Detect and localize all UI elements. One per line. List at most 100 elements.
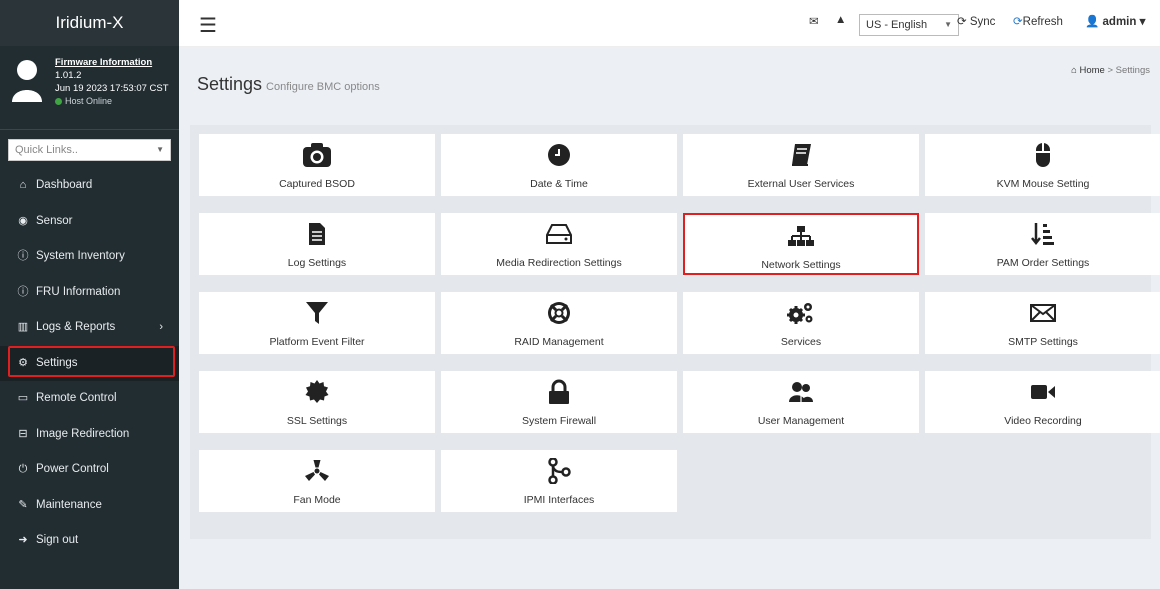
envelope-icon [925, 300, 1160, 326]
tile-raid-management[interactable]: RAID Management [441, 292, 677, 354]
envelope-icon[interactable]: ✉ [809, 14, 819, 28]
sidebar-item-power-control[interactable]: ⏻ Power Control [0, 452, 179, 488]
drive-icon: ⊟ [18, 427, 28, 440]
user-panel: Firmware Information 1.01.2 Jun 19 2023 … [0, 46, 179, 130]
lock-icon [441, 379, 677, 405]
tile-fan-mode[interactable]: Fan Mode [199, 450, 435, 512]
sync-button[interactable]: ⟳ Sync [957, 14, 995, 28]
tile-log-settings[interactable]: Log Settings [199, 213, 435, 275]
tile-media-redirection-settings[interactable]: Media Redirection Settings [441, 213, 677, 275]
tile-label: Video Recording [1004, 415, 1082, 427]
certificate-icon [199, 379, 435, 405]
sidebar-item-sensor[interactable]: ◉ Sensor [0, 204, 179, 240]
dashboard-icon: ⌂ [19, 179, 27, 191]
sidebar-item-sign-out[interactable]: ➜ Sign out [0, 523, 179, 559]
tile-label: Log Settings [287, 257, 347, 269]
sitemap-icon [685, 223, 917, 249]
info-icon: ⓘ [17, 250, 29, 262]
cogs-icon [683, 300, 919, 326]
sidebar-nav: ⌂ Dashboard ◉ Sensor ⓘ System Inventory ⓘ FR… [0, 168, 179, 559]
brand-logo[interactable]: Iridium-X [0, 0, 179, 46]
power-icon: ⏻ [18, 463, 28, 475]
tile-smtp-settings[interactable]: SMTP Settings [925, 292, 1160, 354]
sidebar-item-settings[interactable]: ⚙ Settings [0, 345, 179, 381]
sidebar-item-remote-control[interactable]: ▭ Remote Control [0, 381, 179, 417]
quick-links-select[interactable]: Quick Links.. ▼ [8, 139, 171, 161]
sidebar-item-system-inventory[interactable]: ⓘ System Inventory [0, 239, 179, 275]
tile-ipmi-interfaces[interactable]: IPMI Interfaces [441, 450, 677, 512]
tile-label: Captured BSOD [279, 178, 355, 190]
host-status-label: Host Online [65, 96, 113, 106]
tile-label: SMTP Settings [1008, 336, 1078, 348]
tile-external-user-services[interactable]: External User Services [683, 134, 919, 196]
refresh-icon: ⟳ [1013, 16, 1023, 28]
tile-system-firewall[interactable]: System Firewall [441, 371, 677, 433]
firmware-info: Firmware Information 1.01.2 Jun 19 2023 … [55, 56, 169, 108]
gear-icon: ⚙ [18, 356, 28, 369]
language-value: US - English [866, 19, 928, 31]
tile-label: KVM Mouse Setting [996, 178, 1090, 190]
tile-label: RAID Management [514, 336, 604, 348]
host-status: Host Online [55, 95, 169, 108]
lifebuoy-icon [441, 300, 677, 326]
tile-services[interactable]: Services [683, 292, 919, 354]
tile-ssl-settings[interactable]: SSL Settings [199, 371, 435, 433]
book-icon [683, 142, 919, 168]
firmware-information-link[interactable]: Firmware Information [55, 56, 169, 69]
sidebar-item-label: Dashboard [36, 179, 93, 191]
tile-user-management[interactable]: User Management [683, 371, 919, 433]
page-title: Settings Configure BMC options [197, 74, 380, 95]
sort-icon [925, 221, 1160, 247]
user-name: admin [1102, 16, 1137, 28]
breadcrumb-home[interactable]: Home [1080, 65, 1105, 76]
refresh-label: Refresh [1022, 16, 1063, 28]
tile-captured-bsod[interactable]: Captured BSOD [199, 134, 435, 196]
sidebar-item-label: Image Redirection [36, 427, 130, 440]
tile-label: Services [780, 336, 822, 348]
tile-label: IPMI Interfaces [523, 494, 595, 506]
user-menu[interactable]: 👤 admin ▾ [1085, 14, 1145, 28]
refresh-button[interactable]: ⟳Refresh [1013, 14, 1063, 28]
breadcrumb: ⌂ Home > Settings [1071, 65, 1150, 76]
sidebar-item-label: Sign out [36, 534, 79, 546]
sidebar-item-image-redirection[interactable]: ⊟ Image Redirection [0, 417, 179, 453]
tile-kvm-mouse-setting[interactable]: KVM Mouse Setting [925, 134, 1160, 196]
user-icon: 👤 [1085, 16, 1100, 28]
tile-label: Network Settings [761, 259, 841, 271]
menu-toggle-icon[interactable]: ☰ [199, 13, 217, 38]
tile-label: External User Services [747, 178, 855, 190]
tile-label: SSL Settings [286, 415, 348, 427]
wrench-icon: ✎ [18, 498, 28, 511]
chevron-right-icon: › [159, 321, 163, 333]
file-icon [199, 221, 435, 247]
sidebar-item-fru-information[interactable]: ⓘ FRU Information [0, 275, 179, 311]
sidebar-item-label: Maintenance [36, 498, 102, 511]
tile-pam-order-settings[interactable]: PAM Order Settings [925, 213, 1160, 275]
tile-video-recording[interactable]: Video Recording [925, 371, 1160, 433]
tile-date-time[interactable]: Date & Time [441, 134, 677, 196]
tile-label: System Firewall [521, 415, 597, 427]
sidebar-item-label: FRU Information [36, 285, 121, 298]
tile-network-settings[interactable]: Network Settings [683, 213, 919, 275]
clock-icon [441, 142, 677, 168]
video-icon [925, 379, 1160, 405]
sidebar-item-logs-reports[interactable]: ▥ Logs & Reports › [0, 310, 179, 346]
sidebar-item-label: Logs & Reports [36, 321, 116, 333]
page-title-text: Settings [197, 74, 263, 94]
sidebar-item-maintenance[interactable]: ✎ Maintenance [0, 488, 179, 524]
user-avatar-icon [12, 60, 42, 102]
language-select[interactable]: US - English ▼ [859, 14, 959, 36]
status-dot-icon [55, 98, 62, 106]
sidebar-item-dashboard[interactable]: ⌂ Dashboard [0, 168, 179, 204]
monitor-icon: ▭ [17, 392, 29, 404]
tile-platform-event-filter[interactable]: Platform Event Filter [199, 292, 435, 354]
home-icon: ⌂ [1071, 65, 1077, 76]
warning-icon[interactable]: ▲ [835, 14, 846, 26]
firmware-date: Jun 19 2023 17:53:07 CST [55, 83, 169, 94]
sidebar-item-label: Power Control [36, 463, 109, 475]
firmware-version: 1.01.2 [55, 70, 82, 81]
tile-label: Platform Event Filter [269, 336, 365, 348]
connection-icon [441, 458, 677, 484]
sidebar-item-label: Sensor [36, 214, 73, 227]
tile-label: Media Redirection Settings [496, 257, 622, 269]
